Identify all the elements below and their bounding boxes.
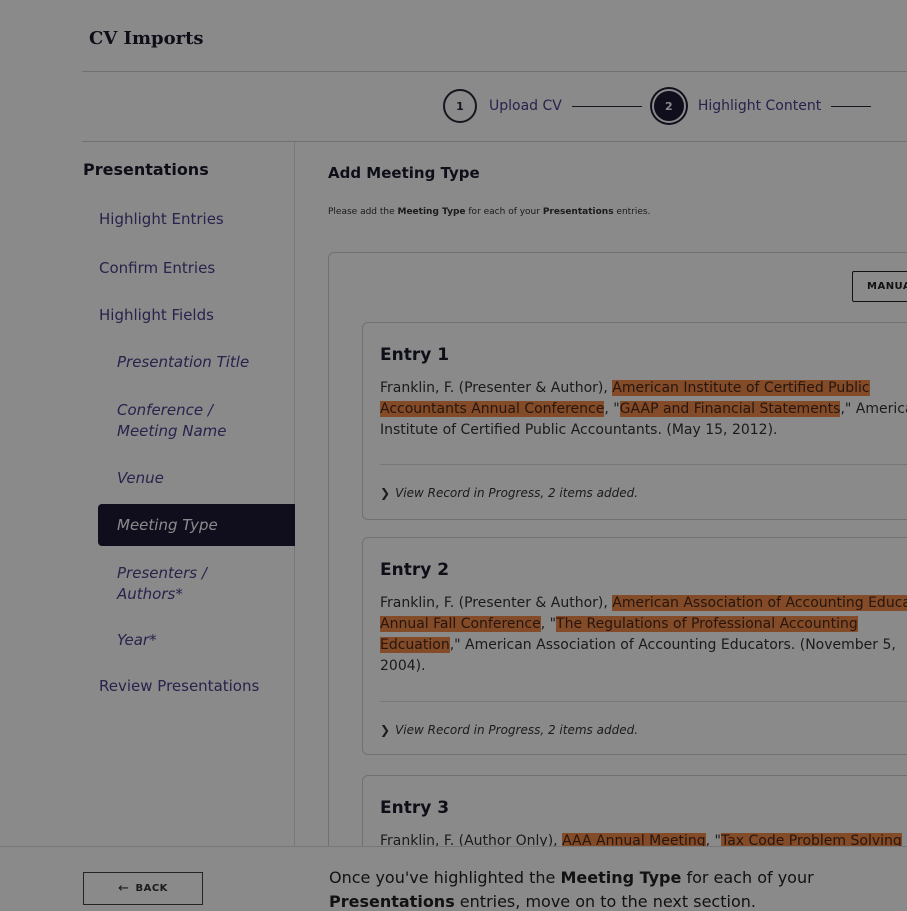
step-1-circle: 1 [443,89,477,123]
sidebar-item-conference[interactable]: Conference / Meeting Name [117,400,227,442]
sidebar-item-confirm-entries[interactable]: Confirm Entries [99,259,215,277]
sidebar-title: Presentations [83,160,209,179]
section-instructions: Please add the Meeting Type for each of … [328,207,651,217]
sidebar-item-label: Conference / [117,401,213,419]
sidebar-item-year[interactable]: Year* [117,630,157,651]
entry-divider [380,701,907,702]
step-connector [571,105,642,107]
page-title: CV Imports [89,28,204,49]
view-record-toggle[interactable]: ❯ View Record in Progress, 2 items added. [380,486,638,500]
sidebar-divider [294,142,295,846]
footer-message: Once you've highlighted the Meeting Type… [329,868,814,911]
sidebar-item-meeting-type[interactable]: Meeting Type [98,504,295,546]
sidebar-item-label: Authors* [117,585,183,603]
left-arrow-icon: ← [118,881,130,896]
manual-button[interactable]: MANUAL [852,271,907,302]
entry-title: Entry 1 [380,345,450,365]
entry-card: Entry 2 Franklin, F. (Presenter & Author… [362,537,907,755]
chevron-right-icon: ❯ [380,723,391,737]
step-connector [831,105,872,107]
entry-title: Entry 3 [380,798,450,818]
cv-imports-app: CV Imports 1 Upload CV 2 Highlight Conte… [0,0,907,911]
step-1-label: Upload CV [489,98,562,114]
view-record-toggle[interactable]: ❯ View Record in Progress, 2 items added. [380,723,638,737]
step-2-label: Highlight Content [697,98,822,114]
sidebar-item-highlight-fields[interactable]: Highlight Fields [99,306,214,324]
progress-stepper: 1 Upload CV 2 Highlight Content [443,88,872,124]
sidebar-item-presenters[interactable]: Presenters / Authors* [117,563,207,605]
sidebar-item-label: Presenters / [117,564,207,582]
sidebar-item-highlight-entries[interactable]: Highlight Entries [99,210,224,228]
entry-citation[interactable]: Franklin, F. (Presenter & Author), Ameri… [380,593,907,677]
entry-citation[interactable]: Franklin, F. (Presenter & Author), Ameri… [380,378,907,441]
sidebar-item-venue[interactable]: Venue [117,468,164,489]
back-button[interactable]: ← BACK [83,872,203,905]
entry-divider [380,464,907,465]
header-divider [82,71,907,72]
step-2-circle: 2 [651,89,686,123]
section-title: Add Meeting Type [328,164,480,182]
highlighted-text: GAAP and Financial Statements [619,401,841,417]
sidebar-item-presentation-title[interactable]: Presentation Title [117,352,249,373]
chevron-right-icon: ❯ [380,486,391,500]
sidebar-item-review-presentations[interactable]: Review Presentations [99,677,259,695]
stepper-divider [82,141,907,142]
entry-card: Entry 1 Franklin, F. (Presenter & Author… [362,322,907,520]
entry-title: Entry 2 [380,560,450,580]
sidebar-item-label: Meeting Name [117,422,227,440]
